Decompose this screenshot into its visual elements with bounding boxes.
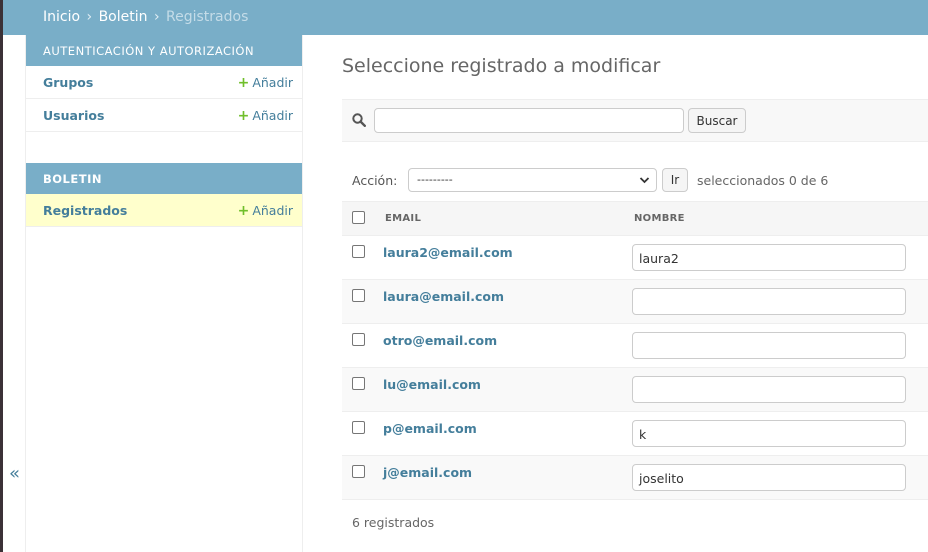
- table-row: otro@email.com: [342, 324, 928, 368]
- actions-bar: Acción: --------- Ir seleccionados 0 de …: [342, 159, 928, 201]
- row-checkbox[interactable]: [352, 333, 365, 346]
- column-header-email[interactable]: EMAIL: [385, 213, 421, 224]
- action-select-value: ---------: [417, 173, 453, 186]
- chevron-down-icon: [639, 177, 650, 184]
- column-header-nombre[interactable]: NOMBRE: [634, 213, 685, 224]
- nombre-input[interactable]: joselito: [632, 464, 906, 491]
- table-row: j@email.com joselito: [342, 456, 928, 500]
- breadcrumb: Inicio › Boletin › Registrados: [3, 0, 928, 35]
- add-label: Añadir: [252, 203, 293, 218]
- search-input[interactable]: [374, 108, 684, 133]
- search-button[interactable]: Buscar: [688, 108, 746, 133]
- add-grupos-link[interactable]: + Añadir: [238, 75, 293, 91]
- table-row: lu@email.com: [342, 368, 928, 412]
- table-row: laura@email.com: [342, 280, 928, 324]
- module-caption-boletin[interactable]: BOLETIN: [26, 163, 302, 194]
- search-icon: [352, 113, 366, 127]
- plus-icon: +: [237, 108, 250, 124]
- sidebar-item-grupos: Grupos + Añadir: [26, 66, 302, 99]
- nombre-input[interactable]: [632, 376, 906, 403]
- plus-icon: +: [237, 75, 250, 91]
- table-row: p@email.com k: [342, 412, 928, 456]
- nombre-input[interactable]: [632, 288, 906, 315]
- plus-icon: +: [237, 203, 250, 219]
- page-title: Seleccione registrado a modificar: [342, 55, 661, 77]
- breadcrumb-current: Registrados: [166, 9, 249, 25]
- sidebar-item-registrados: Registrados + Añadir: [26, 194, 302, 227]
- collapse-sidebar-icon[interactable]: «: [9, 463, 20, 484]
- module-caption-auth[interactable]: AUTENTICACIÓN Y AUTORIZACIÓN: [26, 35, 302, 66]
- sidebar: AUTENTICACIÓN Y AUTORIZACIÓN Grupos + Aña…: [26, 35, 303, 552]
- breadcrumb-home-link[interactable]: Inicio: [43, 9, 80, 25]
- add-usuarios-link[interactable]: + Añadir: [238, 108, 293, 124]
- sidebar-gutter: «: [3, 35, 26, 552]
- add-label: Añadir: [252, 75, 293, 90]
- results-table: EMAIL NOMBRE laura2@email.com laura2 lau…: [342, 201, 928, 500]
- row-checkbox[interactable]: [352, 289, 365, 302]
- go-button[interactable]: Ir: [662, 168, 688, 192]
- nombre-input[interactable]: laura2: [632, 244, 906, 271]
- table-row: laura2@email.com laura2: [342, 236, 928, 280]
- breadcrumb-app-link[interactable]: Boletin: [99, 9, 148, 25]
- action-select[interactable]: ---------: [408, 168, 657, 192]
- breadcrumb-separator: ›: [86, 9, 93, 25]
- nombre-input[interactable]: k: [632, 420, 906, 447]
- row-checkbox[interactable]: [352, 465, 365, 478]
- nombre-input[interactable]: [632, 332, 906, 359]
- breadcrumb-separator: ›: [153, 9, 160, 25]
- row-checkbox[interactable]: [352, 377, 365, 390]
- action-counter: seleccionados 0 de 6: [697, 173, 829, 188]
- model-link-grupos[interactable]: Grupos: [43, 75, 93, 90]
- model-link-usuarios[interactable]: Usuarios: [43, 108, 104, 123]
- paginator: 6 registrados: [352, 515, 435, 530]
- email-link[interactable]: p@email.com: [383, 421, 477, 436]
- add-registrados-link[interactable]: + Añadir: [238, 203, 293, 219]
- sidebar-item-usuarios: Usuarios + Añadir: [26, 99, 302, 132]
- row-checkbox[interactable]: [352, 421, 365, 434]
- email-link[interactable]: otro@email.com: [383, 333, 497, 348]
- email-link[interactable]: j@email.com: [383, 465, 472, 480]
- table-header: EMAIL NOMBRE: [342, 201, 928, 236]
- main-content: Seleccione registrado a modificar Buscar…: [342, 35, 928, 552]
- action-label: Acción:: [352, 173, 398, 188]
- select-all-checkbox[interactable]: [352, 211, 365, 224]
- add-label: Añadir: [252, 108, 293, 123]
- row-checkbox[interactable]: [352, 245, 365, 258]
- email-link[interactable]: lu@email.com: [383, 377, 481, 392]
- email-link[interactable]: laura2@email.com: [383, 245, 513, 260]
- model-link-registrados[interactable]: Registrados: [43, 203, 127, 218]
- email-link[interactable]: laura@email.com: [383, 289, 504, 304]
- search-toolbar: Buscar: [342, 99, 928, 142]
